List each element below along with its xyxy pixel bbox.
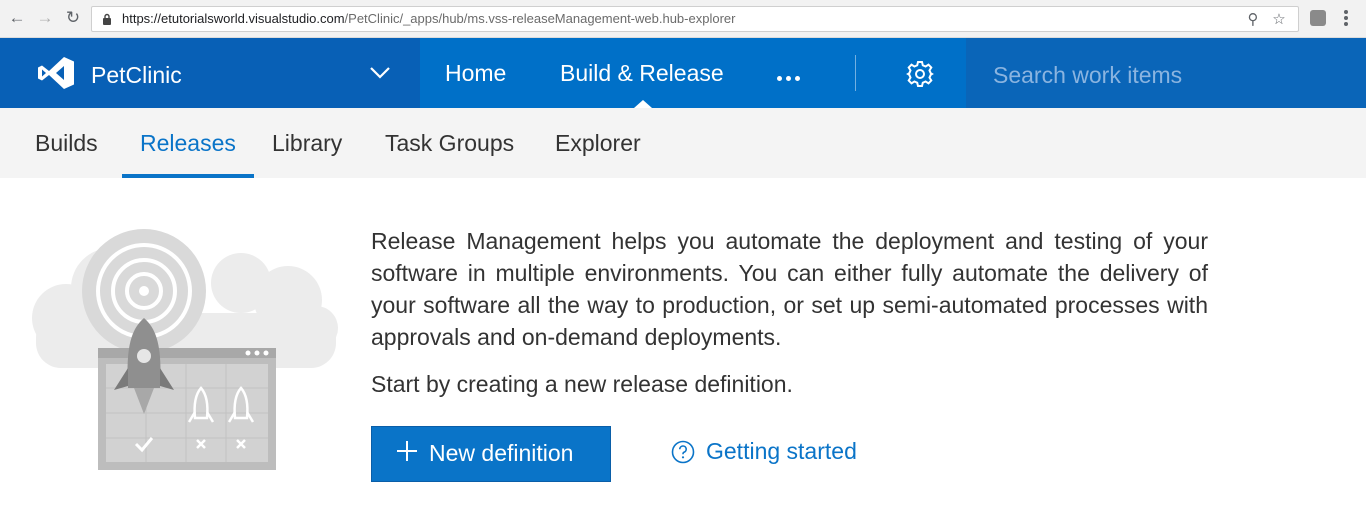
getting-started-label: Getting started — [706, 438, 857, 464]
zoom-icon[interactable]: ⚲ — [1244, 11, 1262, 29]
gear-icon[interactable] — [906, 60, 934, 88]
url-path: /PetClinic/_apps/hub/ms.vss-releaseManag… — [344, 11, 736, 26]
chevron-down-icon[interactable] — [368, 60, 392, 84]
project-name: PetClinic — [91, 62, 182, 88]
project-switcher[interactable]: PetClinic — [0, 38, 420, 108]
star-icon[interactable]: ☆ — [1270, 11, 1288, 29]
address-bar[interactable]: https://etutorialsworld.visualstudio.com… — [91, 6, 1299, 32]
start-instruction: Start by creating a new release definiti… — [371, 371, 793, 397]
back-arrow-icon[interactable]: ← — [6, 7, 28, 29]
more-ellipsis-icon[interactable] — [777, 68, 805, 81]
tab-task-groups[interactable]: Task Groups — [385, 130, 514, 156]
active-tab-underline — [122, 174, 254, 178]
url-host: https://etutorialsworld.visualstudio.com — [122, 11, 345, 26]
lock-icon — [103, 13, 111, 25]
release-rocket-illustration — [32, 229, 338, 470]
new-definition-label: New definition — [429, 440, 574, 466]
visual-studio-logo-icon — [38, 57, 74, 89]
new-definition-button[interactable]: New definition — [371, 426, 611, 482]
tab-releases[interactable]: Releases — [140, 130, 236, 156]
sub-navigation: Builds Releases Library Task Groups Expl… — [0, 108, 1366, 178]
search-placeholder: Search work items — [993, 62, 1183, 88]
browser-toolbar: ← → ↻ https://etutorialsworld.visualstud… — [0, 0, 1366, 38]
header-divider — [855, 55, 856, 91]
release-management-description: Release Management helps you automate th… — [371, 228, 1208, 350]
address-url: https://etutorialsworld.visualstudio.com… — [122, 11, 735, 27]
forward-arrow-icon[interactable]: → — [34, 7, 56, 29]
hub-home[interactable]: Home — [445, 60, 506, 86]
tab-library[interactable]: Library — [272, 130, 342, 156]
tab-builds[interactable]: Builds — [35, 130, 98, 156]
browser-menu-icon[interactable] — [1338, 8, 1354, 28]
tab-explorer[interactable]: Explorer — [555, 130, 641, 156]
active-hub-indicator — [634, 100, 652, 108]
plus-icon — [397, 441, 417, 461]
hub-build-release[interactable]: Build & Release — [560, 60, 724, 86]
extension-icon[interactable] — [1310, 10, 1326, 26]
reload-icon[interactable]: ↻ — [62, 7, 84, 29]
search-work-items-input[interactable]: Search work items — [966, 38, 1366, 108]
top-navigation-bar: PetClinic Home Build & Release Search wo… — [0, 38, 1366, 108]
help-circle-icon — [671, 440, 695, 464]
